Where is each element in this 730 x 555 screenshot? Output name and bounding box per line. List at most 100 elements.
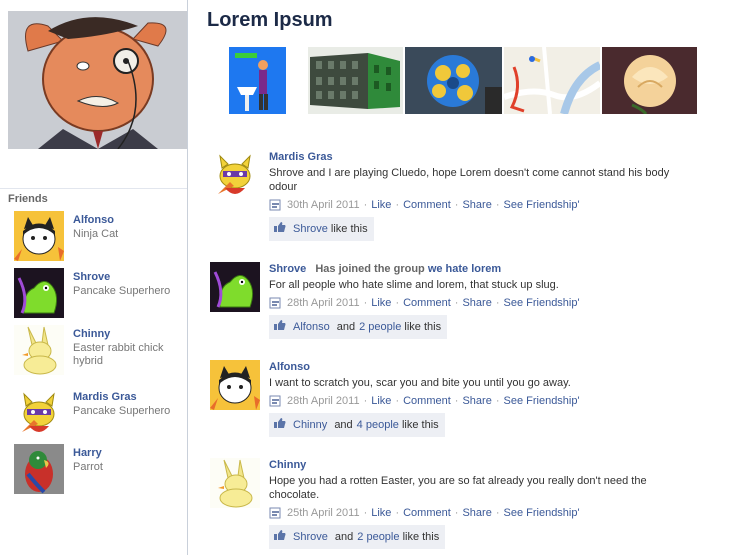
liker-name[interactable]: Alfonso bbox=[293, 321, 330, 333]
others-link[interactable]: 2 people bbox=[357, 531, 399, 543]
others-link[interactable]: 4 people bbox=[357, 419, 399, 431]
share-link[interactable]: Share bbox=[462, 197, 491, 213]
liker-name[interactable]: Shrove bbox=[293, 223, 328, 235]
page-title: Lorem Ipsum bbox=[207, 9, 333, 31]
separator: · bbox=[363, 395, 368, 407]
friend-name[interactable]: Chinny bbox=[73, 328, 110, 340]
likes-box: Shrove and 2 people like this bbox=[269, 525, 446, 549]
group-link[interactable]: we hate lorem bbox=[428, 263, 501, 275]
friend-name[interactable]: Shrove bbox=[73, 271, 110, 283]
like-link[interactable]: Like bbox=[371, 505, 391, 521]
friend-desc: Easter rabbit chick hybrid bbox=[73, 342, 164, 367]
comment-link[interactable]: Comment bbox=[403, 505, 451, 521]
cat-avatar[interactable] bbox=[210, 360, 260, 410]
friend-item-chinny[interactable]: Chinny Easter rabbit chick hybrid bbox=[14, 325, 184, 375]
post-meta: 25th April 2011 · Like · Comment · Share… bbox=[269, 505, 689, 521]
friend-item-harry[interactable]: Harry Parrot bbox=[14, 444, 184, 494]
friend-desc: Pancake Superhero bbox=[73, 405, 171, 417]
comment-link[interactable]: Comment bbox=[403, 393, 451, 409]
friend-item-mardis-gras[interactable]: Mardis Gras Pancake Superhero bbox=[14, 388, 184, 438]
post-author[interactable]: Shrove bbox=[269, 263, 306, 275]
post-author[interactable]: Alfonso bbox=[269, 360, 689, 374]
post-type-icon bbox=[269, 395, 283, 407]
share-link[interactable]: Share bbox=[462, 295, 491, 311]
thumbs-up-icon bbox=[273, 526, 287, 540]
separator: · bbox=[454, 395, 459, 407]
separator: · bbox=[395, 395, 400, 407]
post-date[interactable]: 30th April 2011 bbox=[287, 197, 360, 213]
thumbs-up-icon bbox=[273, 414, 287, 428]
bunny-avatar[interactable] bbox=[210, 458, 260, 508]
see-friendship-link[interactable]: See Friendship' bbox=[504, 197, 580, 213]
profile-picture[interactable] bbox=[8, 11, 187, 149]
cat-avatar[interactable] bbox=[14, 211, 64, 261]
friend-desc: Pancake Superhero bbox=[73, 285, 171, 297]
separator: · bbox=[395, 507, 400, 519]
bunny-avatar[interactable] bbox=[14, 325, 64, 375]
post-action: Has joined the group bbox=[315, 263, 425, 275]
post-message: Hope you had a rotten Easter, you are so… bbox=[269, 475, 647, 501]
separator: · bbox=[395, 297, 400, 309]
slime-avatar[interactable] bbox=[210, 262, 260, 312]
comment-link[interactable]: Comment bbox=[403, 295, 451, 311]
separator: · bbox=[495, 297, 500, 309]
separator: · bbox=[495, 395, 500, 407]
like-link[interactable]: Like bbox=[371, 197, 391, 213]
post-message: Shrove and I are playing Cluedo, hope Lo… bbox=[269, 167, 670, 193]
like-link[interactable]: Like bbox=[371, 295, 391, 311]
share-link[interactable]: Share bbox=[462, 393, 491, 409]
others-link[interactable]: 2 people bbox=[359, 321, 401, 333]
friend-item-alfonso[interactable]: Alfonso Ninja Cat bbox=[14, 211, 184, 261]
post-message: For all people who hate slime and lorem,… bbox=[269, 279, 559, 291]
photo-thumbnail[interactable] bbox=[308, 47, 403, 114]
see-friendship-link[interactable]: See Friendship' bbox=[504, 295, 580, 311]
post-message: I want to scratch you, scar you and bite… bbox=[269, 377, 571, 389]
post-date[interactable]: 25th April 2011 bbox=[287, 505, 360, 521]
separator: · bbox=[454, 199, 459, 211]
separator: · bbox=[363, 507, 368, 519]
likes-box: Alfonso and 2 people like this bbox=[269, 315, 448, 339]
thumbs-up-icon bbox=[273, 218, 287, 232]
likes-box: Chinny and 4 people like this bbox=[269, 413, 445, 437]
separator: · bbox=[454, 507, 459, 519]
slime-avatar[interactable] bbox=[14, 268, 64, 318]
separator: · bbox=[395, 199, 400, 211]
friend-name[interactable]: Harry bbox=[73, 447, 102, 459]
liker-name[interactable]: Shrove bbox=[293, 531, 328, 543]
post-meta: 28th April 2011 · Like · Comment · Share… bbox=[269, 295, 689, 311]
friend-item-shrove[interactable]: Shrove Pancake Superhero bbox=[14, 268, 184, 318]
feed-post: Mardis Gras Shrove and I are playing Clu… bbox=[207, 150, 697, 245]
post-date[interactable]: 28th April 2011 bbox=[287, 393, 360, 409]
map-thumbnail[interactable] bbox=[504, 47, 600, 114]
post-header: Shrove Has joined the group we hate lore… bbox=[269, 262, 689, 276]
photo-thumbnail[interactable] bbox=[602, 47, 697, 114]
post-meta: 30th April 2011 · Like · Comment · Share… bbox=[269, 197, 689, 213]
pancake-hero-avatar[interactable] bbox=[14, 388, 64, 438]
friend-desc: Ninja Cat bbox=[73, 228, 119, 240]
liker-name[interactable]: Chinny bbox=[293, 419, 327, 431]
like-suffix: like this bbox=[401, 419, 439, 431]
separator: · bbox=[363, 199, 368, 211]
post-date[interactable]: 28th April 2011 bbox=[287, 295, 360, 311]
likes-box: Shrove like this bbox=[269, 217, 374, 241]
photo-thumbnail[interactable] bbox=[405, 47, 502, 114]
friend-name[interactable]: Mardis Gras bbox=[73, 391, 137, 403]
see-friendship-link[interactable]: See Friendship' bbox=[504, 393, 580, 409]
left-column: Friends Alfonso Ninja Cat Shrove Pancake… bbox=[0, 0, 188, 555]
pancake-hero-avatar[interactable] bbox=[210, 150, 260, 200]
comment-link[interactable]: Comment bbox=[403, 197, 451, 213]
photo-thumbnail[interactable] bbox=[229, 47, 286, 114]
thumbs-up-icon bbox=[273, 316, 287, 330]
share-link[interactable]: Share bbox=[462, 505, 491, 521]
see-friendship-link[interactable]: See Friendship' bbox=[504, 505, 580, 521]
post-author[interactable]: Chinny bbox=[269, 458, 689, 472]
separator: · bbox=[454, 297, 459, 309]
friend-name[interactable]: Alfonso bbox=[73, 214, 114, 226]
post-type-icon bbox=[269, 297, 283, 309]
photo-strip bbox=[207, 47, 702, 114]
post-author[interactable]: Mardis Gras bbox=[269, 150, 689, 164]
and-text: and bbox=[334, 531, 354, 543]
parrot-avatar[interactable] bbox=[14, 444, 64, 494]
like-suffix: like this bbox=[330, 223, 368, 235]
like-link[interactable]: Like bbox=[371, 393, 391, 409]
